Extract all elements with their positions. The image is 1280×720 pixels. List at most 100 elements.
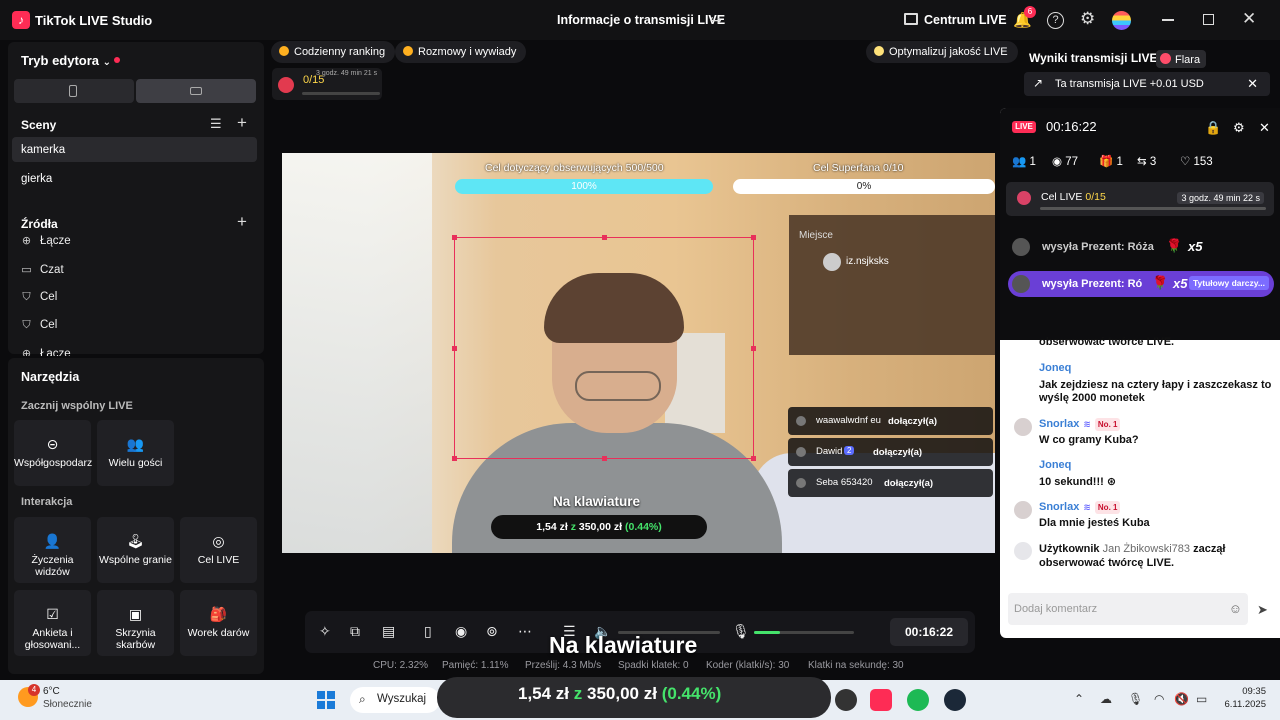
source-label: Łącze bbox=[40, 348, 71, 356]
rose-icon bbox=[278, 77, 294, 93]
daily-ranking-chip[interactable]: Codzienny ranking bbox=[271, 41, 396, 63]
subscriber-icon: ≋ bbox=[1083, 502, 1091, 512]
resize-handle[interactable] bbox=[751, 346, 756, 351]
resize-handle[interactable] bbox=[602, 235, 607, 240]
chat-username[interactable]: Joneq bbox=[1039, 459, 1071, 472]
resize-handle[interactable] bbox=[751, 456, 756, 461]
gear-icon[interactable]: ⚙ bbox=[1233, 120, 1245, 136]
live-goal-button[interactable]: ◎ Cel LIVE bbox=[180, 517, 257, 583]
editor-mode-dropdown[interactable]: Tryb edytora ⌄ bbox=[21, 53, 111, 68]
resize-handle[interactable] bbox=[452, 346, 457, 351]
record-icon[interactable]: ◉ bbox=[455, 623, 467, 640]
place-widget[interactable]: Miejsce iz.nsjksks bbox=[789, 215, 995, 355]
gear-icon[interactable]: ⚙ bbox=[1080, 9, 1095, 29]
close-icon[interactable]: ✕ bbox=[1247, 76, 1258, 92]
avatar[interactable] bbox=[1014, 418, 1032, 436]
chat-message: Dla mnie jesteś Kuba bbox=[1039, 517, 1150, 529]
cohost-button[interactable]: ⊝ Współgospodarz bbox=[14, 420, 92, 486]
send-icon[interactable]: ➤ bbox=[1257, 602, 1268, 618]
scene-item-kamerka[interactable]: kamerka bbox=[12, 137, 257, 162]
rose-icon bbox=[1017, 191, 1031, 205]
chat-user-row[interactable]: Snorlax ≋ No. 1 bbox=[1039, 418, 1121, 431]
selection-box[interactable] bbox=[452, 235, 756, 461]
tiktok-icon bbox=[796, 447, 806, 457]
multi-guest-button[interactable]: 👥 Wielu gości bbox=[97, 420, 174, 486]
gift-notification: wysyła Prezent: Róża 🌹 x5 bbox=[1008, 234, 1208, 260]
share-icon[interactable]: ↪ bbox=[710, 12, 722, 29]
poll-button[interactable]: ☑ Ankieta i głosowani... bbox=[14, 590, 91, 656]
source-item[interactable]: ⛉ Cel bbox=[20, 319, 57, 332]
mini-goal-widget[interactable]: 0/15 3 godz. 49 min 21 s bbox=[272, 68, 382, 100]
landscape-toggle[interactable] bbox=[136, 79, 256, 103]
replay-icon[interactable]: ⊚ bbox=[486, 623, 498, 640]
battery-icon[interactable]: ▭ bbox=[1196, 692, 1207, 706]
phone-icon[interactable]: ▯ bbox=[424, 623, 432, 640]
comment-input[interactable]: Dodaj komentarz ☺ bbox=[1008, 593, 1248, 625]
resize-handle[interactable] bbox=[452, 456, 457, 461]
live-goal-card[interactable]: Cel LIVE 0/15 3 godz. 49 min 22 s bbox=[1006, 182, 1274, 216]
mic-icon[interactable]: 🎙 bbox=[732, 623, 750, 640]
chat-user-row[interactable]: Snorlax ≋ No. 1 bbox=[1039, 501, 1121, 514]
source-item[interactable]: ⊕ Łącze bbox=[20, 347, 71, 356]
flare-badge[interactable]: Flara bbox=[1156, 50, 1206, 68]
mic-slider[interactable] bbox=[754, 631, 854, 634]
live-center-button[interactable]: Centrum LIVE bbox=[904, 13, 1007, 27]
volume-muted-icon[interactable]: 🔇 bbox=[1174, 692, 1189, 706]
chat-username[interactable]: Joneq bbox=[1039, 362, 1071, 375]
avatar[interactable] bbox=[1112, 11, 1131, 30]
resize-handle[interactable] bbox=[751, 235, 756, 240]
app-icon[interactable] bbox=[835, 689, 857, 711]
add-scene-icon[interactable]: + bbox=[237, 113, 247, 133]
magic-wand-icon[interactable]: ✧ bbox=[319, 623, 331, 640]
optimize-quality-chip[interactable]: Optymalizuj jakość LIVE bbox=[866, 41, 1018, 63]
taskbar-search[interactable]: ⌕ Wyszukaj bbox=[350, 687, 440, 713]
source-item[interactable]: ▭ Czat bbox=[20, 263, 63, 276]
spotify-icon[interactable] bbox=[907, 689, 929, 711]
talk-interview-chip[interactable]: Rozmowy i wywiady bbox=[395, 41, 527, 63]
layers-icon[interactable]: ⧉ bbox=[350, 623, 360, 640]
portrait-toggle[interactable] bbox=[14, 79, 134, 103]
chest-icon: ▣ bbox=[128, 606, 143, 622]
gift-bag-button[interactable]: 🎒 Worek darów bbox=[180, 590, 257, 656]
screen-icon[interactable]: ▤ bbox=[382, 623, 395, 640]
lock-icon[interactable]: 🔒 bbox=[1205, 120, 1221, 136]
source-item[interactable]: ⊕ Łącze bbox=[20, 234, 71, 247]
taskbar-clock[interactable]: 09:35 6.11.2025 bbox=[1222, 685, 1266, 711]
resize-handle[interactable] bbox=[452, 235, 457, 240]
viewer-wishes-button[interactable]: 👤 Życzenia widzów bbox=[14, 517, 91, 583]
source-item[interactable]: ⛉ Cel bbox=[20, 291, 57, 304]
tiktok-icon bbox=[796, 416, 806, 426]
follow-name[interactable]: Jan Żbikowski783 bbox=[1103, 543, 1190, 555]
tiktok-live-icon[interactable] bbox=[870, 689, 892, 711]
resize-handle[interactable] bbox=[602, 456, 607, 461]
tool-label: Worek darów bbox=[187, 627, 250, 639]
steam-icon[interactable] bbox=[944, 689, 966, 711]
source-label: Łącze bbox=[40, 235, 71, 247]
close-icon[interactable]: ✕ bbox=[1259, 120, 1270, 136]
help-icon[interactable]: ? bbox=[1047, 12, 1064, 29]
windows-start-icon[interactable] bbox=[317, 691, 335, 709]
cloud-icon[interactable]: ☁ bbox=[1100, 692, 1112, 706]
mic-tray-icon[interactable]: 🎙 bbox=[1128, 692, 1143, 706]
viewers-stat: ◉ 77 bbox=[1052, 154, 1078, 168]
checkbox-icon: ☑ bbox=[46, 606, 59, 622]
subscriber-icon: ≋ bbox=[1083, 419, 1091, 429]
fps-stat: Klatki na sekundę: 30 bbox=[808, 660, 904, 671]
minimize-icon[interactable] bbox=[1162, 19, 1174, 21]
maximize-icon[interactable] bbox=[1203, 14, 1214, 25]
list-icon[interactable]: ☰ bbox=[210, 116, 222, 132]
play-together-button[interactable]: 🕹 Wspólne granie bbox=[97, 517, 174, 583]
scene-item-gierka[interactable]: gierka bbox=[12, 166, 257, 191]
close-icon[interactable]: ✕ bbox=[1242, 9, 1256, 29]
tool-label: Wspólne granie bbox=[99, 554, 172, 566]
chevron-up-icon[interactable]: ⌃ bbox=[1074, 692, 1084, 706]
more-icon[interactable]: ⋯ bbox=[518, 623, 532, 640]
emoji-icon[interactable]: ☺ bbox=[1229, 601, 1242, 616]
stream-preview[interactable]: Cel dotyczący obserwujących 500/500 100%… bbox=[282, 153, 995, 553]
avatar[interactable] bbox=[1014, 501, 1032, 519]
add-source-icon[interactable]: + bbox=[237, 212, 247, 232]
treasure-chest-button[interactable]: ▣ Skrzynia skarbów bbox=[97, 590, 174, 656]
wifi-icon[interactable]: ◠ bbox=[1154, 692, 1164, 706]
window-title: Informacje o transmisji LIVE bbox=[557, 13, 726, 27]
cohost-subtitle: Zacznij wspólny LIVE bbox=[21, 400, 133, 412]
